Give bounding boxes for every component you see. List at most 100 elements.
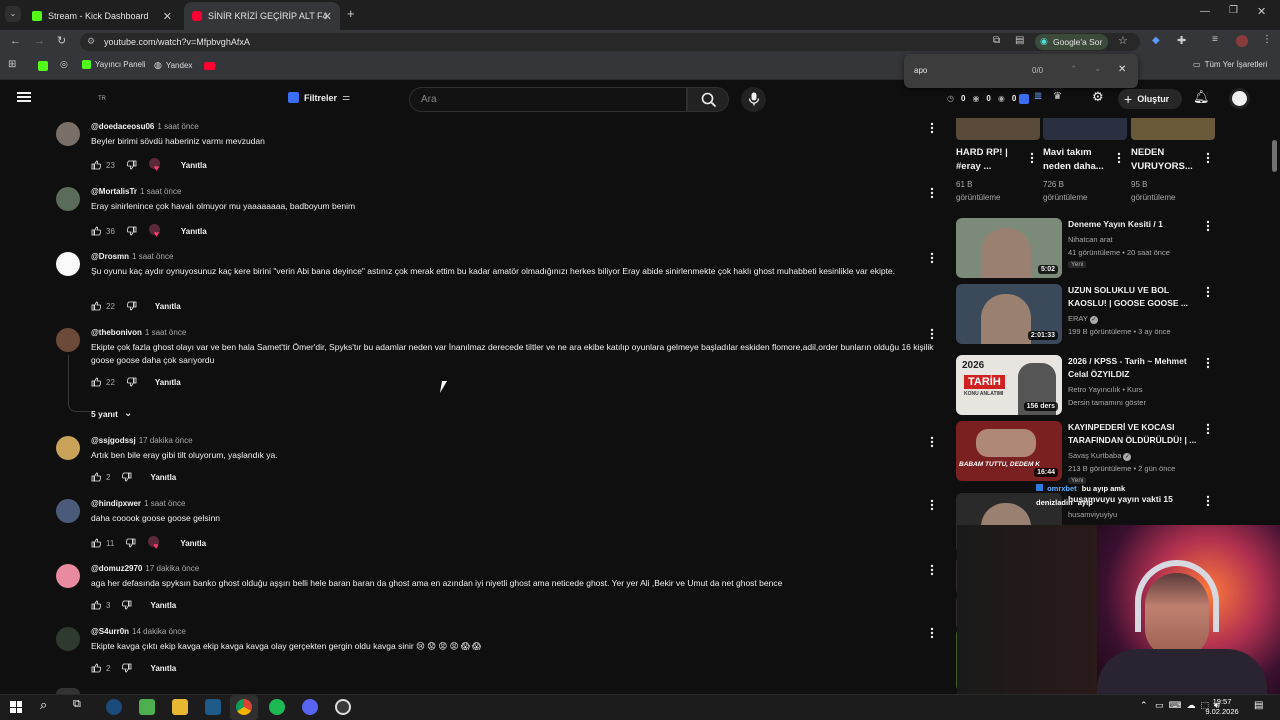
commenter-avatar[interactable] bbox=[56, 499, 80, 523]
shelf-title[interactable]: NEDEN VURUYORS... bbox=[1131, 146, 1207, 174]
shelf-title[interactable]: HARD RP! | #eray ... bbox=[956, 146, 1032, 174]
video-thumbnail[interactable]: 2026 TARİH KONU ANLATIMI 156 ders bbox=[956, 355, 1062, 415]
media-icon[interactable]: ≡ bbox=[1212, 34, 1218, 45]
tab-kick-dashboard[interactable]: Stream - Kick Dashboard ✕ bbox=[24, 2, 180, 30]
shelf-title[interactable]: Mavi takım neden daha... bbox=[1043, 146, 1119, 174]
reply-button[interactable]: Yanıtla bbox=[180, 539, 206, 548]
extensions-puzzle-icon[interactable]: ✚ bbox=[1177, 34, 1186, 47]
comment-menu-icon[interactable] bbox=[930, 499, 934, 511]
address-bar[interactable]: ⚙ youtube.com/watch?v=MfpbvghAfxA ⧉ ▤ ◉ … bbox=[80, 33, 1140, 51]
comment-menu-icon[interactable] bbox=[930, 252, 934, 264]
find-close-icon[interactable]: ✕ bbox=[1118, 64, 1126, 75]
comment-author[interactable]: @Drosmn bbox=[91, 252, 129, 261]
comment-author[interactable]: @hindipxwer bbox=[91, 499, 141, 508]
tab-close-icon[interactable]: ✕ bbox=[323, 10, 332, 23]
dislike-icon[interactable] bbox=[122, 663, 132, 673]
video-title[interactable]: KAYINPEDERİ VE KOCASI TARAFINDAN ÖLDÜRÜL… bbox=[1068, 421, 1200, 447]
reply-button[interactable]: Yanıtla bbox=[181, 161, 207, 170]
comment-menu-icon[interactable] bbox=[930, 328, 934, 340]
find-previous-icon[interactable]: ⌃ bbox=[1070, 64, 1078, 75]
commenter-avatar[interactable] bbox=[56, 627, 80, 651]
channel-name[interactable]: husamviyuyiyu bbox=[1068, 510, 1117, 519]
tab-close-icon[interactable]: ✕ bbox=[163, 10, 172, 23]
browser-menu-icon[interactable]: ⋮ bbox=[1262, 34, 1272, 45]
extension-icon[interactable]: ◆ bbox=[1152, 35, 1160, 46]
comment-menu-icon[interactable] bbox=[930, 122, 934, 134]
dislike-icon[interactable] bbox=[126, 301, 137, 311]
file-explorer-icon[interactable] bbox=[172, 699, 188, 715]
reply-button[interactable]: Yanıtla bbox=[155, 302, 181, 311]
comment-author[interactable]: @thebonivon bbox=[91, 328, 142, 337]
youtube-bookmark-icon[interactable] bbox=[204, 62, 215, 70]
hamburger-menu-icon[interactable] bbox=[17, 92, 31, 102]
comment-time[interactable]: 14 dakika önce bbox=[132, 627, 186, 636]
account-avatar[interactable] bbox=[1229, 88, 1250, 109]
comment-time[interactable]: 1 saat önce bbox=[145, 328, 186, 337]
video-thumbnail[interactable]: BABAM TUTTU, DEDEM K 16:44 bbox=[956, 421, 1062, 481]
find-next-icon[interactable]: ⌄ bbox=[1094, 63, 1102, 74]
dislike-icon[interactable] bbox=[126, 226, 137, 236]
video-menu-icon[interactable] bbox=[1206, 357, 1210, 369]
filters-button[interactable]: Filtreler ⚌ bbox=[288, 92, 350, 103]
task-view-icon[interactable]: ⧉ bbox=[73, 698, 81, 711]
notifications-bell-icon[interactable]: 🔔︎ bbox=[1193, 89, 1210, 105]
reload-icon[interactable]: ↻ bbox=[57, 34, 66, 47]
shelf-video-card[interactable]: NEDEN VURUYORS... 95 B görüntüleme bbox=[1131, 118, 1215, 208]
shelf-menu-icon[interactable] bbox=[1206, 152, 1210, 164]
commenter-avatar[interactable] bbox=[56, 436, 80, 460]
channel-name[interactable]: Retro Yayıncılık • Kurs bbox=[1068, 385, 1142, 394]
reader-icon[interactable]: ▤ bbox=[1015, 35, 1024, 46]
minimize-button[interactable]: — bbox=[1200, 6, 1210, 17]
shelf-thumbnail[interactable] bbox=[1131, 118, 1215, 140]
dislike-icon[interactable] bbox=[126, 160, 137, 170]
comment-author[interactable]: @doedaceosu06 bbox=[91, 122, 154, 131]
commenter-avatar[interactable] bbox=[56, 252, 80, 276]
video-title[interactable]: UZUN SOLUKLU VE BOL KAOSLU! | GOOSE GOOS… bbox=[1068, 284, 1200, 310]
profile-avatar[interactable] bbox=[1236, 35, 1248, 47]
bookmark-yayinci-paneli[interactable]: Yayıncı Paneli bbox=[82, 60, 146, 69]
steam-client-icon[interactable] bbox=[205, 699, 221, 715]
like-icon[interactable] bbox=[91, 377, 101, 387]
shelf-video-card[interactable]: Mavi takım neden daha... 726 B görüntüle… bbox=[1043, 118, 1127, 208]
comment-time[interactable]: 17 dakika önce bbox=[145, 564, 199, 573]
shelf-menu-icon[interactable] bbox=[1030, 152, 1034, 164]
google-lens-button[interactable]: ◉ Google'a Sor bbox=[1035, 34, 1109, 50]
channel-name[interactable]: Nihatcan arat bbox=[1068, 235, 1113, 244]
like-icon[interactable] bbox=[91, 472, 101, 482]
install-icon[interactable]: ⧉ bbox=[993, 35, 1000, 46]
comment-menu-icon[interactable] bbox=[930, 187, 934, 199]
comment-time[interactable]: 1 saat önce bbox=[144, 499, 185, 508]
commenter-avatar[interactable] bbox=[56, 187, 80, 211]
queue-icon[interactable]: ≣ bbox=[1034, 91, 1042, 102]
taskbar-search-icon[interactable]: ⌕ bbox=[40, 697, 47, 713]
shelf-thumbnail[interactable] bbox=[956, 118, 1040, 140]
bookmark-star-icon[interactable]: ☆ bbox=[1118, 34, 1128, 47]
back-icon[interactable]: ← bbox=[10, 35, 21, 47]
like-icon[interactable] bbox=[91, 600, 101, 610]
apps-grid-icon[interactable]: ⊞ bbox=[8, 59, 16, 70]
comment-menu-icon[interactable] bbox=[930, 436, 934, 448]
comment-author[interactable]: @ssjgodssj bbox=[91, 436, 136, 445]
reply-button[interactable]: Yanıtla bbox=[181, 227, 207, 236]
video-title[interactable]: Deneme Yayın Kesiti / 1 bbox=[1068, 218, 1200, 231]
video-thumbnail[interactable]: 2:01:33 bbox=[956, 284, 1062, 344]
comment-menu-icon[interactable] bbox=[930, 564, 934, 576]
bookmark-yandex[interactable]: ◍ Yandex bbox=[154, 60, 192, 71]
comment-time[interactable]: 17 dakika önce bbox=[139, 436, 193, 445]
shelf-video-card[interactable]: HARD RP! | #eray ... 61 B görüntüleme bbox=[956, 118, 1040, 208]
site-info-icon[interactable]: ⚙ bbox=[87, 36, 95, 47]
commenter-avatar[interactable] bbox=[56, 564, 80, 588]
comment-time[interactable]: 1 saat önce bbox=[140, 187, 181, 196]
kick-bookmark-icon[interactable] bbox=[38, 61, 48, 71]
channel-name[interactable]: ERAY ✓ bbox=[1068, 314, 1098, 324]
discord-icon[interactable] bbox=[302, 699, 318, 715]
forward-icon[interactable]: → bbox=[34, 35, 45, 47]
spotify-icon[interactable] bbox=[269, 699, 285, 715]
shelf-menu-icon[interactable] bbox=[1117, 152, 1121, 164]
reply-button[interactable]: Yanıtla bbox=[150, 664, 176, 673]
tray-chevron-icon[interactable]: ⌃ bbox=[1140, 700, 1148, 711]
clock[interactable]: 19:57 9.02.2026 bbox=[1200, 697, 1244, 717]
like-icon[interactable] bbox=[91, 538, 101, 548]
video-menu-icon[interactable] bbox=[1206, 220, 1210, 232]
comment-time[interactable]: 1 saat önce bbox=[132, 252, 173, 261]
